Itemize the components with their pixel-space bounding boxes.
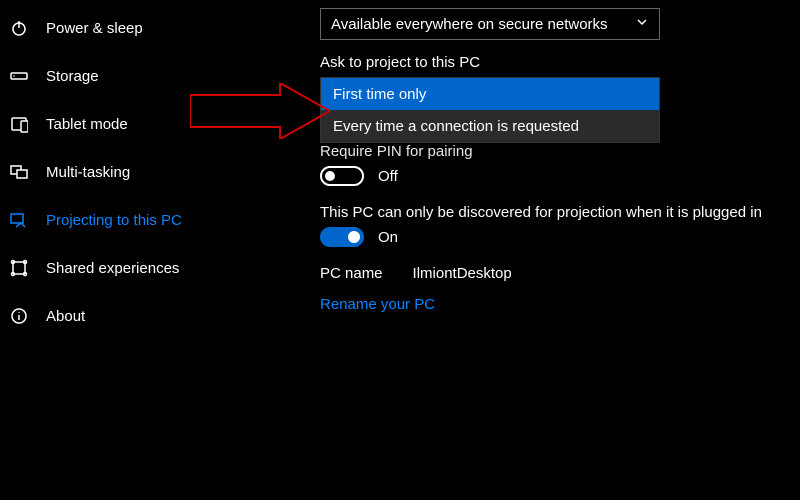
require-pin-toggle[interactable] bbox=[320, 166, 364, 186]
pc-name-label: PC name bbox=[320, 265, 383, 282]
pc-name-value: IlmiontDesktop bbox=[413, 265, 512, 282]
sidebar-item-label: Power & sleep bbox=[46, 20, 143, 37]
ask-project-option-first-time[interactable]: First time only bbox=[321, 78, 659, 110]
ask-project-label: Ask to project to this PC bbox=[320, 54, 800, 71]
multitask-icon bbox=[10, 163, 28, 181]
sidebar-item-label: Shared experiences bbox=[46, 260, 179, 277]
sidebar-item-multitasking[interactable]: Multi-tasking bbox=[0, 148, 320, 196]
sidebar-item-label: About bbox=[46, 308, 85, 325]
sidebar-item-shared-experiences[interactable]: Shared experiences bbox=[0, 244, 320, 292]
sidebar-item-label: Multi-tasking bbox=[46, 164, 130, 181]
discover-state: On bbox=[378, 229, 398, 246]
storage-icon bbox=[10, 67, 28, 85]
rename-pc-link[interactable]: Rename your PC bbox=[320, 296, 435, 313]
sidebar-item-projecting[interactable]: Projecting to this PC bbox=[0, 196, 320, 244]
ask-project-dropdown[interactable]: First time only Every time a connection … bbox=[320, 77, 660, 143]
sidebar-item-tablet-mode[interactable]: Tablet mode bbox=[0, 100, 320, 148]
discover-toggle[interactable] bbox=[320, 227, 364, 247]
discover-label: This PC can only be discovered for proje… bbox=[320, 204, 800, 221]
about-icon bbox=[10, 307, 28, 325]
toggle-knob bbox=[348, 231, 360, 243]
sidebar-item-storage[interactable]: Storage bbox=[0, 52, 320, 100]
sidebar-item-label: Storage bbox=[46, 68, 99, 85]
toggle-knob bbox=[325, 171, 335, 181]
require-pin-label: Require PIN for pairing bbox=[320, 143, 800, 160]
main-content: Available everywhere on secure networks … bbox=[320, 0, 800, 500]
sidebar-item-power-sleep[interactable]: Power & sleep bbox=[0, 4, 320, 52]
power-icon bbox=[10, 19, 28, 37]
sidebar-item-label: Tablet mode bbox=[46, 116, 128, 133]
ask-project-option-every-time[interactable]: Every time a connection is requested bbox=[321, 110, 659, 142]
shared-icon bbox=[10, 259, 28, 277]
chevron-down-icon bbox=[635, 15, 649, 33]
availability-dropdown-value: Available everywhere on secure networks bbox=[331, 16, 608, 33]
tablet-icon bbox=[10, 115, 28, 133]
sidebar-item-label: Projecting to this PC bbox=[46, 212, 182, 229]
settings-sidebar: Power & sleep Storage Tablet mode Multi-… bbox=[0, 0, 320, 500]
sidebar-item-about[interactable]: About bbox=[0, 292, 320, 340]
require-pin-state: Off bbox=[378, 168, 398, 185]
projecting-icon bbox=[10, 211, 28, 229]
availability-dropdown[interactable]: Available everywhere on secure networks bbox=[320, 8, 660, 40]
